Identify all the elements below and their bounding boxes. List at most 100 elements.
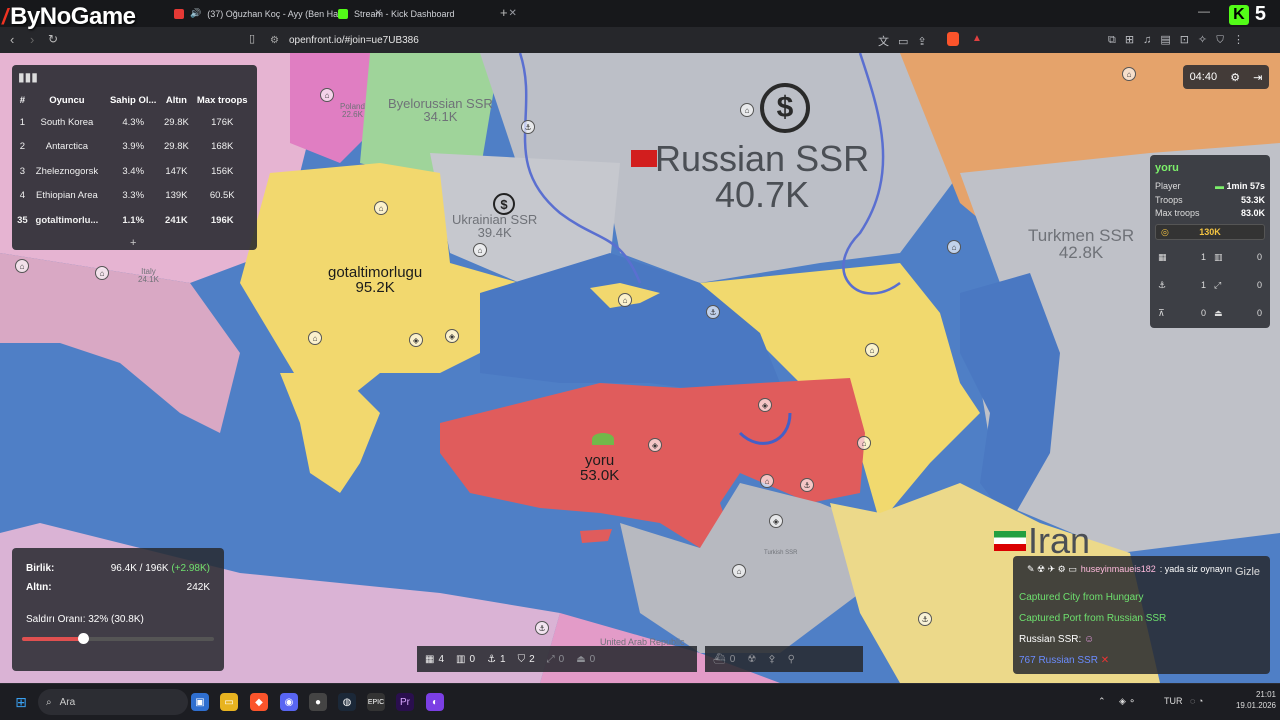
youtube-icon: [174, 8, 184, 19]
city-icon[interactable]: ⌂: [320, 88, 334, 102]
map-label-gotaltimorlugu[interactable]: gotaltimorlugu 95.2K: [328, 265, 422, 295]
forward-icon[interactable]: ›: [30, 32, 34, 47]
file-explorer-icon[interactable]: ▭: [220, 693, 238, 711]
table-row-self[interactable]: 35 gotaltimorlu... 1.1% 241K 196K: [16, 208, 253, 233]
build-sam-launcher-button[interactable]: ⏏ 0: [576, 654, 595, 665]
brave-browser-icon[interactable]: ◆: [250, 693, 268, 711]
task-view-icon[interactable]: ▣: [191, 693, 209, 711]
city-icon[interactable]: ⌂: [760, 474, 774, 488]
port-icon[interactable]: ⚓: [800, 478, 814, 492]
leaderboard-expand-button[interactable]: +: [130, 237, 136, 249]
player-max-troops-row: Max troops 83.0K: [1155, 208, 1265, 218]
obs-icon[interactable]: ●: [309, 693, 327, 711]
city-icon[interactable]: ⌂: [374, 201, 388, 215]
map-label-poland[interactable]: Poland 22.6K: [340, 103, 365, 119]
city-icon[interactable]: ⌂: [95, 266, 109, 280]
settings-icon[interactable]: ⚙: [1230, 71, 1240, 84]
defense-post-icon[interactable]: ◈: [769, 514, 783, 528]
reload-icon[interactable]: ↻: [48, 32, 58, 46]
build-city-button[interactable]: ▦ 4: [425, 654, 444, 665]
brave-shield-icon[interactable]: [947, 32, 959, 46]
build-defense-post-button[interactable]: ⛉ 2: [518, 654, 535, 665]
map-label-turkmen-ssr[interactable]: Turkmen SSR 42.8K: [1028, 227, 1134, 261]
col-gold[interactable]: Altın: [161, 90, 191, 110]
map-label-russian-ssr[interactable]: Russian SSR 40.7K: [655, 141, 869, 213]
table-row[interactable]: 2 Antarctica 3.9% 29.8K 168K: [16, 135, 253, 160]
map-label-byelorussian-ssr[interactable]: Byelorussian SSR 34.1K: [388, 97, 493, 123]
defense-post-icon[interactable]: ◈: [445, 329, 459, 343]
build-missile-silo-button[interactable]: ⤢ 0: [547, 654, 565, 665]
back-icon[interactable]: ‹: [10, 32, 14, 47]
exit-icon[interactable]: ⇥: [1253, 71, 1262, 84]
build-port-button[interactable]: ⚓ 1: [487, 654, 506, 665]
leaderboard-chart-icon[interactable]: ▮▮▮: [18, 70, 38, 84]
attack-ratio-handle[interactable]: [78, 633, 90, 644]
discord-icon[interactable]: ◉: [280, 693, 298, 711]
city-icon[interactable]: ⌂: [308, 331, 322, 345]
epic-games-icon[interactable]: EPIC: [367, 693, 385, 711]
defense-post-icon[interactable]: ◈: [648, 438, 662, 452]
event-item[interactable]: 767 Russian SSR ✕: [1019, 655, 1109, 666]
col-player[interactable]: Oyuncu: [29, 90, 105, 110]
language-indicator[interactable]: TUR: [1164, 696, 1183, 706]
bookmark-icon[interactable]: ▯: [249, 32, 255, 45]
build-nuke-button[interactable]: ☢: [747, 654, 756, 665]
minimize-icon[interactable]: —: [1198, 4, 1210, 18]
map-label-iran[interactable]: Iran: [1028, 523, 1090, 559]
table-row[interactable]: 1 South Korea 4.3% 29.8K 176K: [16, 110, 253, 135]
hide-events-button[interactable]: Gizle: [1235, 566, 1260, 578]
brave-rewards-icon[interactable]: ▲: [972, 33, 982, 44]
map-label-italy[interactable]: Italy 24.1K: [138, 268, 159, 284]
warship-icon: ⛴: [713, 653, 726, 665]
city-icon[interactable]: ⌂: [947, 240, 961, 254]
url-text: openfront.io/#join=ue7UB386: [288, 34, 419, 46]
taskbar-search[interactable]: ⌕ Ara: [38, 689, 188, 715]
build-warship-button[interactable]: ⛴ 0: [713, 654, 735, 665]
city-icon[interactable]: ⌂: [15, 259, 29, 273]
city-icon[interactable]: ⌂: [618, 293, 632, 307]
table-row[interactable]: 3 Zheleznogorsk 3.4% 147K 156K: [16, 159, 253, 184]
defense-post-icon[interactable]: ◈: [409, 333, 423, 347]
col-max-troops[interactable]: Max troops: [191, 90, 253, 110]
extension-icons[interactable]: ⧉⊞♫▤⊡✧⛉⋮: [1108, 33, 1253, 47]
kick-badge-count: 5: [1254, 3, 1266, 25]
col-owned[interactable]: Sahip Ol...: [105, 90, 161, 110]
steam-icon[interactable]: ◍: [338, 693, 356, 711]
map-label-turkish-ssr[interactable]: Turkish SSR: [764, 550, 797, 556]
address-bar-actions[interactable]: 文▭⇪: [878, 33, 936, 49]
city-icon[interactable]: ⌂: [740, 103, 754, 117]
attack-ratio-slider[interactable]: [22, 633, 214, 644]
tab-kick-dashboard[interactable]: Stream - Kick Dashboard ✕: [332, 4, 523, 23]
tray-chevron-icon[interactable]: ⌃: [1098, 696, 1106, 707]
port-icon[interactable]: ⚓: [918, 612, 932, 626]
taskbar-clock[interactable]: 21:01 19.01.2026: [1236, 689, 1276, 711]
city-icon[interactable]: ⌂: [865, 343, 879, 357]
close-icon[interactable]: ✕: [509, 8, 517, 19]
city-icon[interactable]: ⌂: [473, 243, 487, 257]
close-icon[interactable]: ✕: [1101, 655, 1109, 666]
twitch-icon[interactable]: ◐: [426, 693, 444, 711]
emoji-toolbar-icons[interactable]: ✎ ☢ ✈ ⚙ ▭: [1027, 564, 1077, 575]
windows-start-icon[interactable]: ⊞: [12, 693, 30, 711]
iran-flag-icon: [994, 531, 1026, 551]
new-tab-button[interactable]: +: [500, 5, 508, 20]
port-icon[interactable]: ⚓: [521, 120, 535, 134]
port-icon[interactable]: ⚓: [706, 305, 720, 319]
kick-icon: K: [1228, 4, 1249, 25]
defense-post-icon[interactable]: ◈: [758, 398, 772, 412]
network-volume-icons[interactable]: ◌ ◔: [1190, 696, 1203, 706]
build-mirv-button[interactable]: ⚴: [768, 654, 775, 665]
map-label-ukrainian-ssr[interactable]: Ukrainian SSR 39.4K: [452, 213, 537, 239]
build-factory-button[interactable]: ▥ 0: [456, 654, 475, 665]
city-icon[interactable]: ⌂: [857, 436, 871, 450]
tray-app-icons[interactable]: ◈ ⚬: [1119, 696, 1136, 707]
port-icon[interactable]: ⚓: [535, 621, 549, 635]
map-label-yoru[interactable]: yoru 53.0K: [580, 453, 619, 483]
city-icon[interactable]: ⌂: [1122, 67, 1136, 81]
city-icon[interactable]: ⌂: [732, 564, 746, 578]
site-info-icon[interactable]: ⚙: [270, 35, 279, 46]
table-row[interactable]: 4 Ethiopian Area 3.3% 139K 60.5K: [16, 184, 253, 209]
col-rank[interactable]: #: [16, 90, 29, 110]
build-hydrogen-bomb-button[interactable]: ⚲: [788, 654, 795, 665]
premiere-pro-icon[interactable]: Pr: [396, 693, 414, 711]
